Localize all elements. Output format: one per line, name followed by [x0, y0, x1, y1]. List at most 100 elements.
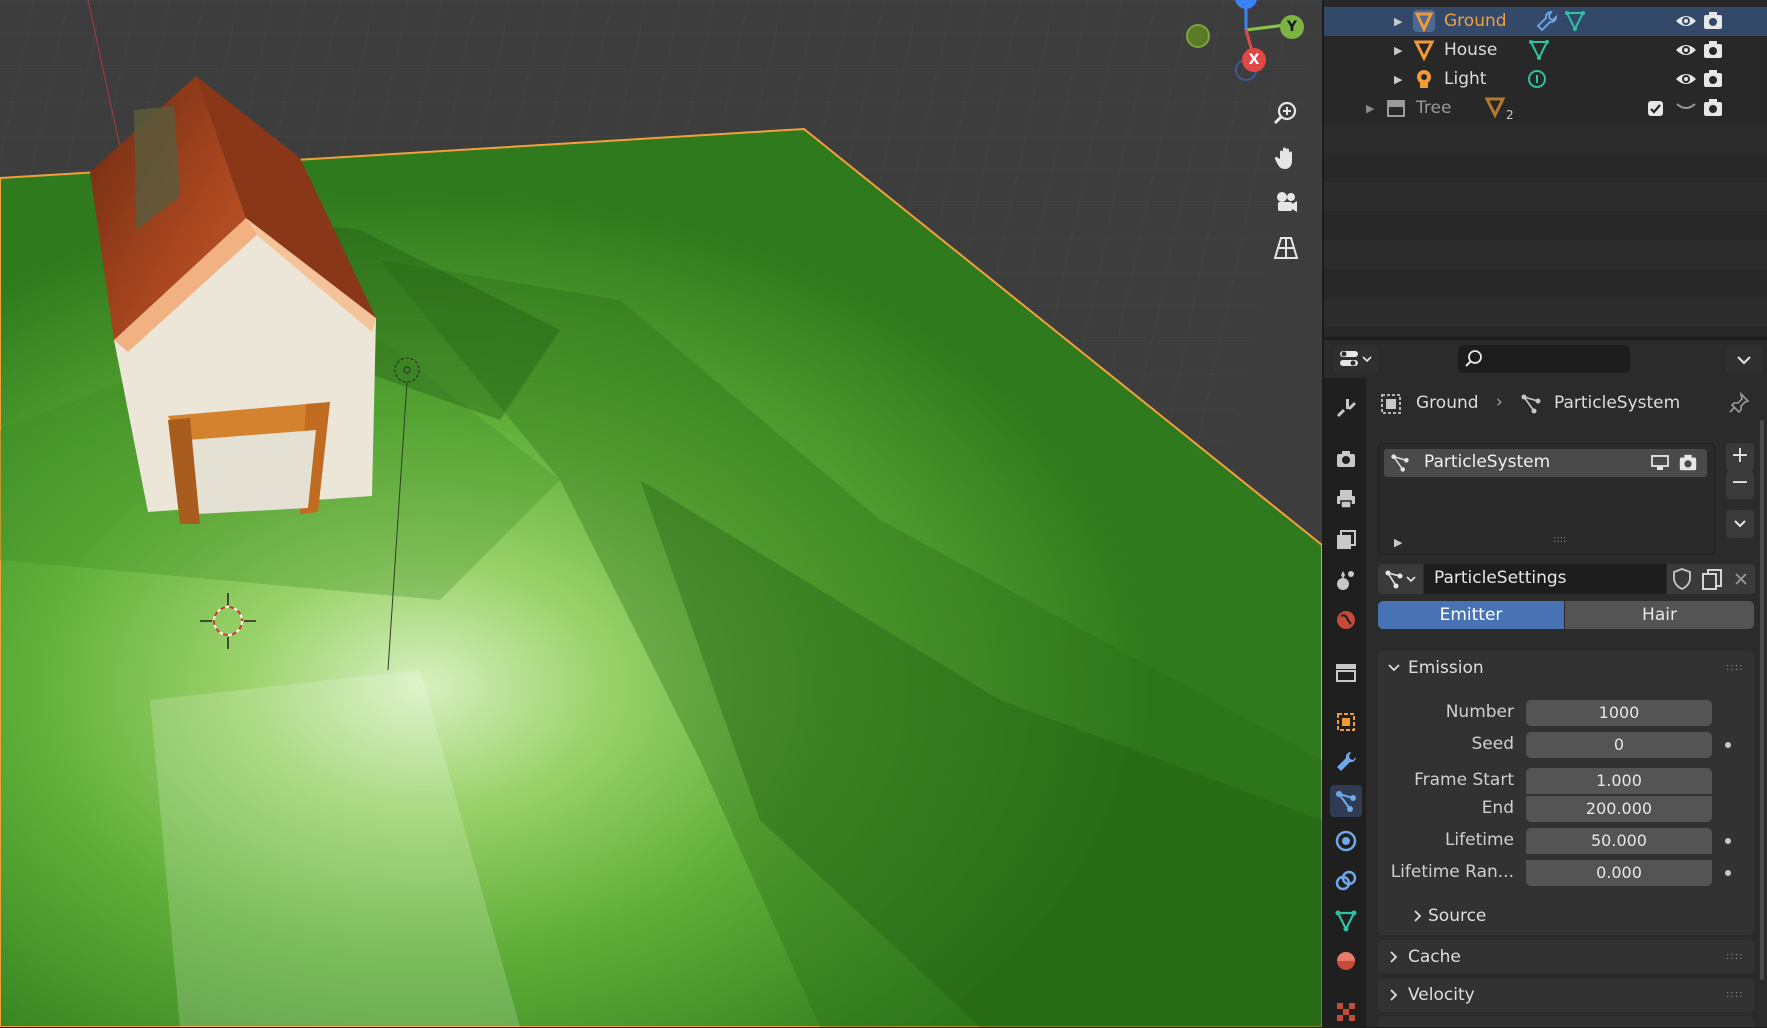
lifetime-random-label: Lifetime Ran... — [1390, 862, 1514, 882]
duplicate-settings-button[interactable] — [1697, 564, 1727, 594]
frame-start-label: Frame Start — [1414, 770, 1514, 790]
tab-hair[interactable]: Hair — [1565, 601, 1754, 629]
expand-arrow-icon[interactable]: ▶ — [1394, 44, 1402, 57]
emission-panel-header[interactable]: Emission :::: — [1378, 651, 1754, 685]
camera-view-button[interactable] — [1266, 183, 1306, 223]
outliner-row-ground[interactable]: ▶ Ground — [1324, 7, 1767, 36]
keyframe-dot-icon[interactable] — [1725, 870, 1731, 876]
world-icon — [1337, 611, 1355, 629]
tab-texture[interactable] — [1330, 996, 1362, 1028]
breadcrumb-object: Ground — [1416, 393, 1479, 413]
expand-arrow-icon[interactable]: ▶ — [1394, 73, 1402, 86]
lifetime-field[interactable]: 50.000 — [1526, 828, 1712, 854]
outliner-row-tree[interactable]: ▶ Tree 2 — [1324, 94, 1767, 123]
material-icon — [1337, 952, 1355, 970]
gizmo-y-axis[interactable]: Y — [1280, 15, 1304, 39]
render-camera-icon[interactable] — [1702, 39, 1724, 61]
settings-name-field[interactable]: ParticleSettings — [1424, 564, 1666, 594]
tab-emitter[interactable]: Emitter — [1378, 601, 1564, 629]
render-camera-icon[interactable] — [1702, 97, 1724, 119]
checkmark-icon — [1650, 104, 1661, 114]
render-icon — [1337, 451, 1355, 467]
tab-collection[interactable] — [1330, 656, 1362, 688]
properties-scrollbar[interactable] — [1760, 420, 1764, 980]
seed-label: Seed — [1471, 734, 1515, 754]
tab-tool[interactable] — [1330, 392, 1362, 424]
tab-scene[interactable] — [1330, 564, 1362, 596]
next-panel-header[interactable] — [1378, 1016, 1754, 1027]
viewport-display-icon[interactable] — [1650, 454, 1670, 472]
add-particle-system-button[interactable]: + — [1726, 443, 1754, 471]
breadcrumb-separator-icon: › — [1496, 392, 1503, 412]
tab-render[interactable] — [1330, 443, 1362, 475]
fake-user-button[interactable] — [1667, 564, 1697, 594]
drag-grip-icon[interactable]: :::: — [1726, 662, 1743, 673]
tab-data[interactable] — [1330, 905, 1362, 937]
3d-viewport[interactable]: Y X — [0, 0, 1322, 1027]
outliner[interactable]: ▶ Ground ▶ House ▶ Light ▶ Tree 2 — [1324, 0, 1767, 337]
remove-particle-system-button[interactable]: − — [1726, 471, 1754, 499]
outliner-label: Tree — [1416, 98, 1452, 118]
settings-browse-button[interactable] — [1378, 564, 1423, 594]
object-icon — [1381, 394, 1401, 414]
chevron-right-icon — [1414, 910, 1422, 922]
editor-type-button[interactable] — [1334, 345, 1378, 373]
keyframe-dot-icon[interactable] — [1725, 742, 1731, 748]
keyframe-dot-icon[interactable] — [1725, 838, 1731, 844]
frame-start-field[interactable]: 1.000 — [1526, 768, 1712, 794]
tab-view-layer[interactable] — [1330, 524, 1362, 556]
search-input[interactable] — [1488, 348, 1622, 370]
printer-icon — [1337, 490, 1355, 509]
gizmo-y-label: Y — [1286, 19, 1298, 35]
tab-output[interactable] — [1330, 483, 1362, 515]
specials-menu-button[interactable] — [1726, 510, 1754, 538]
eye-icon[interactable] — [1674, 40, 1698, 60]
drag-grip-icon[interactable]: :::: — [1726, 989, 1743, 1000]
source-subpanel-header[interactable]: Source — [1402, 902, 1742, 930]
eye-closed-icon[interactable] — [1674, 100, 1698, 116]
outliner-row-light[interactable]: ▶ Light — [1324, 65, 1767, 94]
particles-icon — [1391, 454, 1409, 472]
duplicate-icon — [1702, 569, 1722, 590]
list-resize-grip-icon[interactable]: :::: — [1553, 534, 1566, 545]
end-label: End — [1481, 798, 1514, 818]
number-field[interactable]: 1000 — [1526, 700, 1712, 726]
emitter-label: Emitter — [1439, 605, 1503, 625]
render-camera-icon[interactable] — [1702, 10, 1724, 32]
navigation-gizmo[interactable] — [1180, 0, 1320, 90]
cache-panel-header[interactable]: Cache :::: — [1378, 940, 1754, 974]
lifetime-random-value: 0.000 — [1596, 863, 1642, 882]
expand-arrow-icon[interactable]: ▶ — [1366, 102, 1374, 115]
lifetime-random-field[interactable]: 0.000 — [1526, 860, 1712, 886]
eye-icon[interactable] — [1674, 69, 1698, 89]
properties-search[interactable] — [1458, 345, 1630, 373]
options-dropdown-button[interactable] — [1726, 345, 1762, 373]
chevron-right-icon — [1390, 989, 1398, 1001]
render-camera-icon[interactable] — [1678, 453, 1698, 473]
particle-system-list-item[interactable]: ParticleSystem — [1384, 449, 1707, 477]
chevron-down-icon — [1388, 664, 1400, 672]
render-camera-icon[interactable] — [1702, 68, 1724, 90]
tab-material[interactable] — [1330, 945, 1362, 977]
zoom-button[interactable] — [1266, 93, 1306, 133]
perspective-toggle-button[interactable] — [1266, 228, 1306, 268]
tab-world[interactable] — [1330, 604, 1362, 636]
outliner-row-house[interactable]: ▶ House — [1324, 36, 1767, 65]
exclude-checkbox[interactable] — [1648, 101, 1663, 116]
hand-icon — [1274, 147, 1292, 169]
gizmo-x-axis[interactable]: X — [1242, 48, 1266, 72]
pan-button[interactable] — [1266, 138, 1306, 178]
eye-icon[interactable] — [1674, 11, 1698, 31]
pin-icon[interactable] — [1728, 392, 1750, 414]
properties-editor-icon — [1340, 351, 1372, 366]
end-field[interactable]: 200.000 — [1526, 796, 1712, 822]
seed-field[interactable]: 0 — [1526, 732, 1712, 758]
scene-render — [0, 0, 1322, 1027]
scene-icon — [1337, 571, 1354, 590]
filter-expand-arrow-icon[interactable]: ▶ — [1394, 536, 1402, 549]
expand-arrow-icon[interactable]: ▶ — [1394, 15, 1402, 28]
collection-icon — [1387, 100, 1405, 117]
drag-grip-icon[interactable]: :::: — [1726, 951, 1743, 962]
unlink-settings-button[interactable] — [1727, 564, 1755, 594]
velocity-panel-header[interactable]: Velocity :::: — [1378, 978, 1754, 1012]
